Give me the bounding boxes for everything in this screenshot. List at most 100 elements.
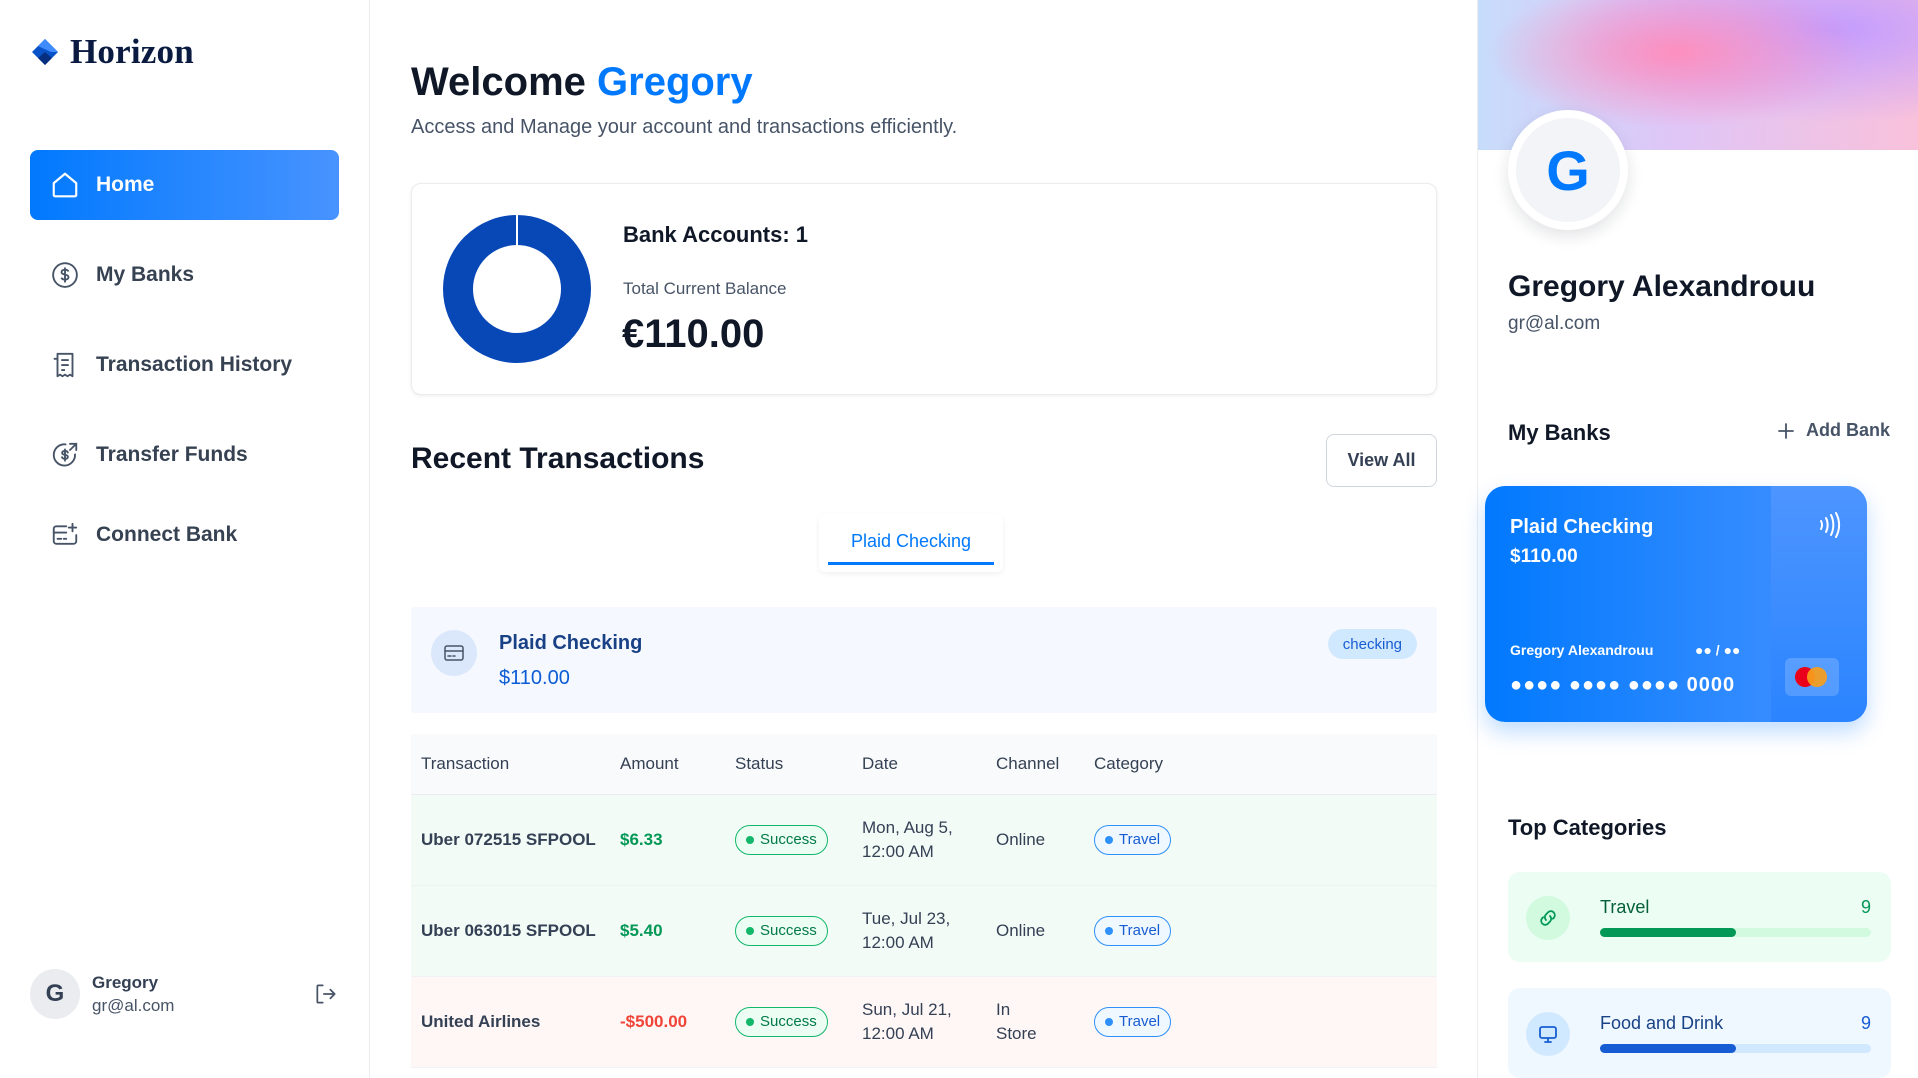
card-balance: $110.00 bbox=[1510, 546, 1578, 567]
link-icon bbox=[1526, 896, 1570, 940]
transaction-name: Uber 072515 SFPOOL bbox=[411, 794, 610, 886]
category-progress-fill bbox=[1600, 1044, 1736, 1053]
card-number: ●●●● ●●●● ●●●● 0000 bbox=[1510, 674, 1736, 696]
page-subtitle: Access and Manage your account and trans… bbox=[411, 116, 958, 138]
channel-text: In bbox=[996, 999, 1011, 1019]
category-text: Travel bbox=[1119, 922, 1161, 939]
receipt-icon bbox=[53, 352, 74, 378]
dollar-circle-icon bbox=[52, 262, 78, 288]
category-progress-bar bbox=[1600, 1044, 1871, 1053]
sidebar-item-connect-bank[interactable]: Connect Bank bbox=[30, 500, 339, 570]
transaction-channel: Online bbox=[986, 885, 1084, 977]
tab-plaid-checking[interactable]: Plaid Checking bbox=[828, 520, 994, 565]
add-bank-button[interactable]: Add Bank bbox=[1776, 420, 1890, 441]
card-expiry: ●● / ●● bbox=[1695, 642, 1741, 658]
recent-transactions-title: Recent Transactions bbox=[411, 442, 705, 475]
category-dot bbox=[1105, 1017, 1113, 1026]
column-header: Amount bbox=[610, 734, 725, 795]
category-text: Travel bbox=[1119, 1013, 1161, 1030]
horizon-logo-icon bbox=[32, 39, 58, 65]
sidebar-item-transfer-funds[interactable]: Transfer Funds bbox=[30, 420, 339, 490]
top-categories-title: Top Categories bbox=[1508, 815, 1667, 840]
status-badge: Success bbox=[735, 915, 828, 946]
transaction-name: Uber 063015 SFPOOL bbox=[411, 885, 610, 977]
right-sidebar: G Gregory Alexandrouu gr@al.com My Banks… bbox=[1477, 0, 1918, 1078]
total-balance-value: €110.00 bbox=[622, 312, 765, 356]
date-text: Tue, Jul 23, bbox=[862, 908, 951, 928]
account-type-badge: checking bbox=[1327, 629, 1417, 659]
sidebar: Horizon Home My Banks Transaction Histor… bbox=[0, 0, 370, 1078]
view-all-button[interactable]: View All bbox=[1326, 434, 1437, 487]
balance-donut-chart bbox=[443, 214, 591, 363]
status-dot bbox=[746, 926, 754, 935]
status-badge: Success bbox=[735, 1006, 828, 1037]
logo-text: Horizon bbox=[70, 32, 194, 71]
sidebar-user: G Gregory gr@al.com bbox=[30, 969, 339, 1019]
category-count: 9 bbox=[1860, 897, 1871, 917]
monitor-icon bbox=[1526, 1012, 1570, 1056]
column-header: Status bbox=[725, 734, 852, 795]
category-name: Travel bbox=[1600, 897, 1650, 917]
my-banks-title: My Banks bbox=[1508, 420, 1611, 445]
category-card-travel[interactable]: Travel 9 bbox=[1508, 872, 1891, 962]
sidebar-item-home[interactable]: Home bbox=[30, 150, 339, 220]
bank-card[interactable]: Plaid Checking $110.00 Gregory Alexandro… bbox=[1485, 486, 1867, 722]
sidebar-item-label: Transaction History bbox=[96, 353, 293, 376]
mastercard-icon bbox=[1785, 658, 1839, 696]
sidebar-item-label: My Banks bbox=[96, 263, 195, 286]
sidebar-item-transaction-history[interactable]: Transaction History bbox=[30, 330, 339, 400]
status-text: Success bbox=[760, 922, 817, 939]
category-count: 9 bbox=[1860, 1013, 1871, 1033]
avatar[interactable]: G bbox=[30, 969, 80, 1019]
bank-accounts-count: Bank Accounts: 1 bbox=[623, 222, 809, 247]
logo[interactable]: Horizon bbox=[30, 32, 194, 72]
profile-name: Gregory Alexandrouu bbox=[1508, 270, 1816, 303]
channel-text-line2: Store bbox=[996, 1023, 1037, 1043]
status-text: Success bbox=[760, 831, 817, 848]
transaction-name: United Airlines bbox=[411, 976, 610, 1068]
table-row[interactable]: Uber 072515 SFPOOL $6.33 Success Mon, Au… bbox=[411, 794, 1437, 886]
table-header-row: Transaction Amount Status Date Channel C… bbox=[411, 734, 1437, 795]
bank-name: Plaid Checking bbox=[499, 632, 643, 654]
logout-icon[interactable] bbox=[313, 981, 339, 1007]
profile-avatar[interactable]: G bbox=[1508, 110, 1628, 230]
category-progress-fill bbox=[1600, 928, 1736, 937]
category-dot bbox=[1105, 926, 1113, 935]
column-header: Category bbox=[1084, 734, 1437, 795]
category-name: Food and Drink bbox=[1600, 1013, 1724, 1033]
column-header: Date bbox=[852, 734, 986, 795]
category-badge: Travel bbox=[1094, 915, 1172, 946]
status-text: Success bbox=[760, 1013, 817, 1030]
sidebar-item-label: Home bbox=[96, 173, 155, 196]
table-row[interactable]: Uber 063015 SFPOOL $5.40 Success Tue, Ju… bbox=[411, 885, 1437, 977]
add-bank-label: Add Bank bbox=[1805, 420, 1890, 440]
category-card-food-and-drink[interactable]: Food and Drink 9 bbox=[1508, 988, 1891, 1078]
time-text: 12:00 AM bbox=[862, 932, 934, 952]
card-bank-name: Plaid Checking bbox=[1510, 516, 1654, 538]
card-holder-name: Gregory Alexandrouu bbox=[1510, 642, 1654, 658]
transaction-amount: -$500.00 bbox=[610, 976, 725, 1068]
contactless-icon bbox=[1820, 512, 1840, 538]
plus-icon bbox=[1778, 422, 1794, 439]
card-add-icon bbox=[52, 522, 78, 545]
sidebar-item-label: Connect Bank bbox=[96, 523, 238, 546]
sidebar-item-my-banks[interactable]: My Banks bbox=[30, 240, 339, 310]
channel-text: Online bbox=[996, 920, 1046, 940]
transaction-date: Tue, Jul 23, 12:00 AM bbox=[852, 885, 986, 977]
total-balance-label: Total Current Balance bbox=[623, 279, 787, 298]
category-dot bbox=[1105, 835, 1113, 844]
transaction-amount: $6.33 bbox=[610, 794, 725, 886]
column-header: Transaction bbox=[411, 734, 610, 795]
table-row[interactable]: United Airlines -$500.00 Success Sun, Ju… bbox=[411, 976, 1437, 1068]
transactions-table: Transaction Amount Status Date Channel C… bbox=[411, 734, 1437, 1068]
donut-segment bbox=[443, 215, 591, 363]
bank-balance: $110.00 bbox=[499, 667, 570, 689]
transaction-channel: In Store bbox=[986, 976, 1084, 1068]
sidebar-item-label: Transfer Funds bbox=[96, 443, 248, 466]
category-progress-bar bbox=[1600, 928, 1871, 937]
transaction-channel: Online bbox=[986, 794, 1084, 886]
date-text: Sun, Jul 21, bbox=[862, 999, 952, 1019]
sidebar-nav: Home My Banks Transaction History Transf… bbox=[30, 150, 339, 590]
profile-email: gr@al.com bbox=[1508, 313, 1601, 334]
status-badge: Success bbox=[735, 824, 828, 855]
